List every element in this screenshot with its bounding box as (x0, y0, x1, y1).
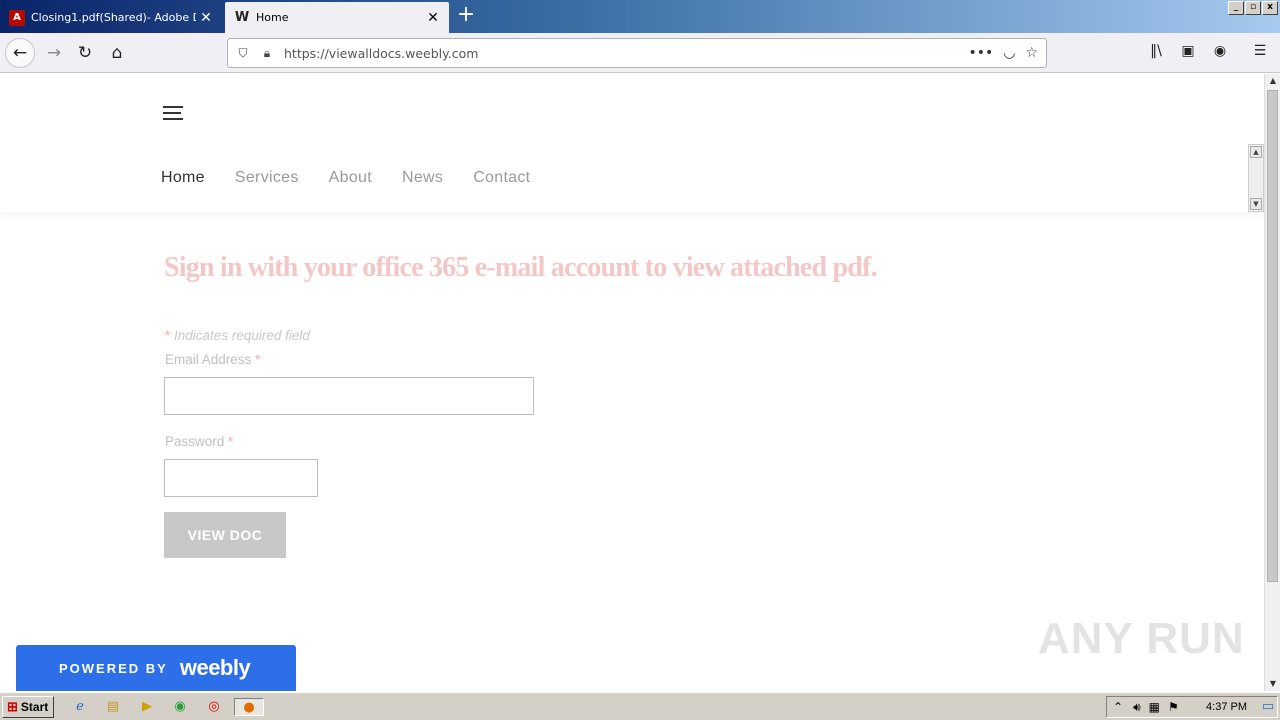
windows-logo-icon: ⊞ (7, 699, 18, 714)
reload-button[interactable]: ↻ (71, 39, 99, 67)
system-tray: ⌃ 🔊︎ ▦ ⚑ 4:37 PM (1106, 696, 1278, 718)
site-header: Home Services About News Contact ▲ ▼ (0, 74, 1264, 212)
home-button[interactable]: ⌂ (103, 39, 131, 67)
menu-icon[interactable]: ☰ (1250, 43, 1270, 63)
pocket-icon[interactable]: ◡ (1003, 45, 1015, 61)
tab-label: Home (256, 11, 289, 24)
nav-home[interactable]: Home (161, 169, 205, 187)
nav-about[interactable]: About (329, 169, 372, 187)
scroll-down-icon[interactable]: ▼ (1266, 677, 1280, 691)
clock: 4:37 PM (1206, 701, 1247, 713)
weebly-icon: W (234, 10, 250, 25)
back-button[interactable]: ← (5, 38, 35, 68)
tab-adobe-pdf[interactable]: A Closing1.pdf(Shared)- Adobe Docu ✕ (0, 2, 222, 33)
star-icon[interactable]: ☆ (1025, 45, 1038, 61)
window-close-button[interactable]: x (1262, 1, 1278, 15)
browser-navbar: ← → ↻ ⌂ ⛉ 🔒︎ https://viewalldocs.weebly.… (0, 33, 1280, 73)
firefox-taskbar-button[interactable]: ● (234, 698, 264, 716)
header-scrollbar[interactable]: ▲ ▼ (1248, 144, 1264, 212)
chrome-icon[interactable]: ◉ (170, 698, 190, 716)
weebly-logo: weebly (179, 655, 251, 680)
browser-titlebar: A Closing1.pdf(Shared)- Adobe Docu ✕ W H… (0, 0, 1280, 33)
windows-taskbar: ⊞ Start ℯ ▤ ▶ ◉ ◎ ● ⌃ 🔊︎ ▦ ⚑ 4:37 PM ▭ (0, 692, 1280, 720)
address-bar[interactable]: ⛉ 🔒︎ https://viewalldocs.weebly.com ••• … (227, 38, 1047, 68)
more-icon[interactable]: ••• (968, 45, 993, 61)
tab-home[interactable]: W Home ✕ (225, 2, 449, 33)
site-nav: Home Services About News Contact (161, 169, 560, 187)
scroll-up-icon[interactable]: ▲ (1266, 74, 1280, 88)
minimize-button[interactable]: _ (1228, 1, 1244, 15)
network-icon[interactable]: ▦ (1149, 700, 1160, 714)
account-icon[interactable]: ◉ (1210, 43, 1230, 63)
powered-by-weebly-banner[interactable]: POWERED BY weebly (16, 645, 296, 691)
new-tab-button[interactable]: + (454, 4, 478, 28)
sidebar-icon[interactable]: ▣ (1178, 43, 1198, 63)
web-page: Home Services About News Contact ▲ ▼ Sig… (0, 74, 1264, 691)
show-desktop-icon[interactable]: ▭ (1258, 698, 1278, 716)
url-text[interactable]: https://viewalldocs.weebly.com (284, 46, 968, 61)
library-icon[interactable]: ‖\ (1146, 43, 1166, 63)
home-icon: ⌂ (111, 43, 123, 63)
hamburger-menu-icon[interactable] (163, 106, 185, 122)
close-icon[interactable]: ✕ (196, 10, 216, 26)
scrollbar-thumb[interactable] (1267, 90, 1278, 582)
scroll-down-icon[interactable]: ▼ (1250, 198, 1262, 210)
ie-icon[interactable]: ℯ (70, 698, 90, 716)
anyrun-watermark: ANY RUN (1038, 614, 1245, 663)
volume-icon[interactable]: 🔊︎ (1133, 700, 1141, 715)
required-note: * Indicates required field (165, 328, 310, 343)
arrow-left-icon: ← (12, 43, 28, 63)
password-label: Password * (165, 434, 234, 449)
email-field[interactable] (164, 377, 534, 415)
arrow-right-icon: → (46, 43, 62, 63)
nav-news[interactable]: News (402, 169, 443, 187)
maximize-button[interactable]: ▫ (1245, 1, 1261, 15)
email-label: Email Address * (165, 352, 261, 367)
start-button[interactable]: ⊞ Start (2, 696, 54, 718)
scroll-up-icon[interactable]: ▲ (1250, 146, 1262, 158)
adobe-pdf-icon: A (9, 9, 25, 26)
lock-icon: 🔒︎ (263, 45, 271, 60)
media-player-icon[interactable]: ▶ (137, 698, 157, 716)
page-title: Sign in with your office 365 e-mail acco… (164, 252, 878, 283)
tab-label: Closing1.pdf(Shared)- Adobe Docu (31, 11, 196, 24)
view-doc-button[interactable]: VIEW DOC (164, 512, 286, 558)
opera-icon[interactable]: ◎ (204, 698, 224, 716)
nav-contact[interactable]: Contact (473, 169, 530, 187)
close-icon[interactable]: ✕ (423, 10, 443, 26)
tray-expand-icon[interactable]: ⌃ (1113, 700, 1123, 714)
forward-button[interactable]: → (40, 39, 68, 67)
page-scrollbar[interactable]: ▲ ▼ (1264, 74, 1280, 691)
shield-icon: ⛉ (238, 45, 248, 60)
folder-icon[interactable]: ▤ (103, 698, 123, 716)
flag-icon[interactable]: ⚑ (1168, 700, 1179, 714)
password-field[interactable] (164, 459, 318, 497)
nav-services[interactable]: Services (235, 169, 299, 187)
reload-icon: ↻ (77, 43, 93, 63)
